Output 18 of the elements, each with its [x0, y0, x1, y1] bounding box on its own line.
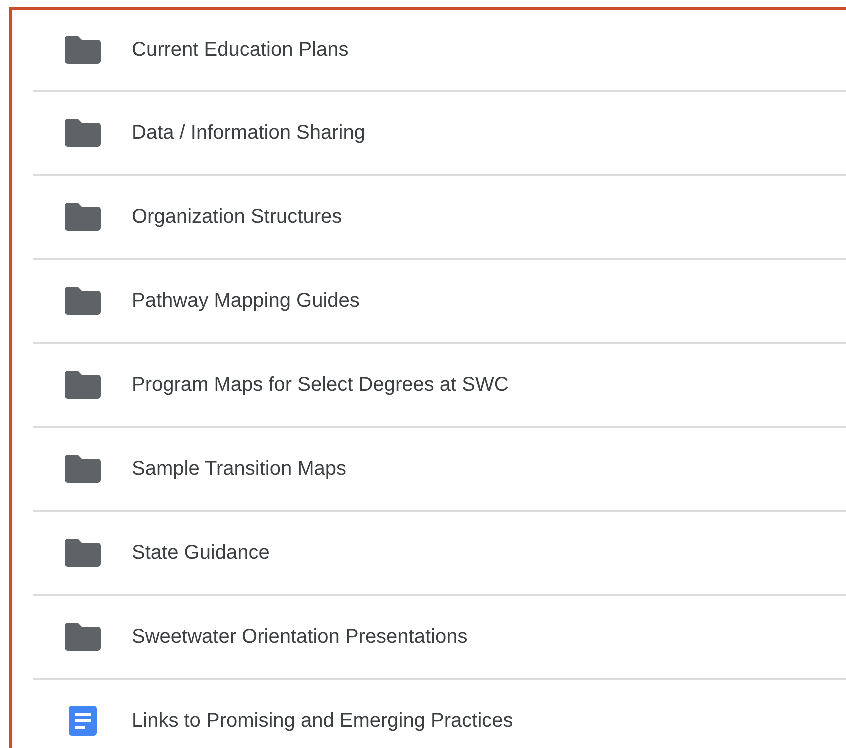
document-icon	[69, 706, 97, 736]
file-name[interactable]: Sample Transition Maps	[132, 458, 347, 480]
file-name[interactable]: Pathway Mapping Guides	[132, 290, 360, 312]
folder-icon	[65, 371, 101, 399]
file-name[interactable]: Links to Promising and Emerging Practices	[132, 710, 514, 732]
file-name[interactable]: State Guidance	[132, 542, 270, 564]
folder-icon	[65, 455, 101, 483]
folder-icon	[65, 119, 101, 147]
file-name[interactable]: Data / Information Sharing	[132, 122, 366, 144]
folder-icon	[65, 203, 101, 231]
file-name[interactable]: Program Maps for Select Degrees at SWC	[132, 374, 509, 396]
folder-icon	[65, 623, 101, 651]
file-name[interactable]: Sweetwater Orientation Presentations	[132, 626, 468, 648]
folder-icon	[65, 287, 101, 315]
folder-icon	[65, 539, 101, 567]
folder-icon	[65, 36, 101, 64]
file-name[interactable]: Organization Structures	[132, 206, 342, 228]
file-name[interactable]: Current Education Plans	[132, 38, 349, 62]
